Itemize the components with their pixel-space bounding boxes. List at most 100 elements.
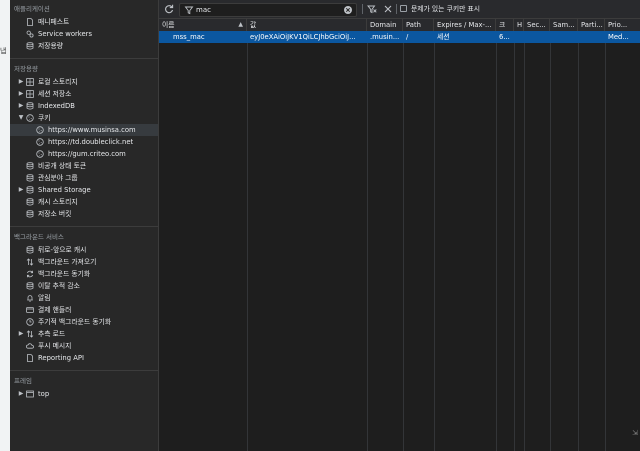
column-header-domain[interactable]: Domain	[367, 19, 403, 31]
filter-clear-icon[interactable]	[367, 4, 377, 14]
sidebar-item-세션-저장소[interactable]: ▶ 세션 저장소	[10, 88, 158, 100]
column-header-partition-key[interactable]: Parti...	[578, 19, 605, 31]
sidebar-item-shared-storage[interactable]: ▶ Shared Storage	[10, 184, 158, 196]
cookie-httponly-cell	[514, 31, 524, 43]
document-icon	[26, 18, 34, 26]
sort-ascending-icon: ▲	[238, 21, 243, 28]
sidebar-item-알림[interactable]: 알림	[10, 292, 158, 304]
sidebar-item-백그라운드-가져오기[interactable]: 백그라운드 가져오기	[10, 256, 158, 268]
expand-arrow-right-icon[interactable]: ▶	[17, 76, 25, 88]
refresh-icon[interactable]	[164, 4, 174, 14]
sidebar-item-indexeddb[interactable]: ▶ IndexedDB	[10, 100, 158, 112]
sidebar-item-캐시-스토리지[interactable]: 캐시 스토리지	[10, 196, 158, 208]
sidebar-item-label: top	[38, 390, 50, 398]
sidebar-item-뒤로-앞으로-캐시[interactable]: 뒤로-앞으로 캐시	[10, 244, 158, 256]
sidebar-item-관심분야-그룹[interactable]: 관심분야 그룹	[10, 172, 158, 184]
column-divider	[550, 43, 551, 451]
expand-arrow-right-icon[interactable]: ▶	[17, 184, 25, 196]
filter-box[interactable]	[179, 3, 357, 17]
resize-handle-icon[interactable]: ⇲	[632, 429, 638, 437]
column-divider	[434, 43, 435, 451]
sidebar-item-label: 백그라운드 동기화	[38, 270, 91, 278]
sidebar-item-label: Shared Storage	[38, 186, 91, 194]
column-header-name[interactable]: 이름 ▲	[159, 19, 247, 31]
sidebar-item-label: 저장소 버킷	[38, 210, 72, 218]
application-sidebar: 애플리케이션 매니페스트 Service workers 저장용량 저장용량 ▶ 로컬…	[10, 0, 159, 451]
sidebar-item-추측-로드[interactable]: ▶ 추측 로드	[10, 328, 158, 340]
sidebar-item-이탈-추적-감소[interactable]: 이탈 추적 감소	[10, 280, 158, 292]
database-icon	[26, 282, 34, 290]
close-icon[interactable]	[383, 4, 393, 14]
expand-arrow-right-icon[interactable]: ▶	[17, 388, 25, 400]
sidebar-item-로컬-스토리지[interactable]: ▶ 로컬 스토리지	[10, 76, 158, 88]
sidebar-item-service-workers[interactable]: Service workers	[10, 28, 158, 40]
expand-arrow-right-icon[interactable]: ▶	[17, 100, 25, 112]
sidebar-item-비공개-상태-토큰[interactable]: 비공개 상태 토큰	[10, 160, 158, 172]
fetch-arrows-icon	[26, 258, 34, 266]
sidebar-item-주기적-백그라운드-동기화[interactable]: 주기적 백그라운드 동기화	[10, 316, 158, 328]
grid-icon	[26, 90, 34, 98]
sidebar-item-gum-criteo-com[interactable]: https://gum.criteo.com	[10, 148, 158, 160]
sidebar-item-reporting-api[interactable]: Reporting API	[10, 352, 158, 364]
cookie-table-panel: 문제가 있는 쿠키만 표시 이름 ▲ 값 Domain Path Expires…	[159, 0, 640, 451]
column-header-secure[interactable]: Sec...	[524, 19, 550, 31]
sidebar-item-td-doubleclick-net[interactable]: https://td.doubleclick.net	[10, 136, 158, 148]
cookie-name-cell: mss_mac	[173, 33, 205, 41]
sidebar-item-쿠키[interactable]: ▼ 쿠키	[10, 112, 158, 124]
clear-circle-icon[interactable]	[343, 5, 353, 15]
sidebar-item-label: 쿠키	[38, 114, 51, 122]
expand-arrow-right-icon[interactable]: ▶	[17, 88, 25, 100]
divider	[10, 58, 158, 59]
column-header-label: 이름	[162, 21, 175, 29]
column-header-size[interactable]: 크	[496, 19, 514, 31]
database-icon	[26, 198, 34, 206]
divider	[10, 370, 158, 371]
sidebar-item-백그라운드-동기화[interactable]: 백그라운드 동기화	[10, 268, 158, 280]
sidebar-item-label: 캐시 스토리지	[38, 198, 78, 206]
column-divider	[605, 43, 606, 451]
column-divider	[496, 43, 497, 451]
cookie-samesite-cell	[550, 31, 578, 43]
column-header-value[interactable]: 값	[247, 19, 367, 31]
sidebar-item-label: 결제 핸들러	[38, 306, 72, 314]
sync-icon	[26, 270, 34, 278]
sidebar-item-label: Service workers	[38, 30, 93, 38]
column-header-expires[interactable]: Expires / Max-...	[434, 19, 496, 31]
expand-arrow-right-icon[interactable]: ▶	[17, 328, 25, 340]
column-header-path[interactable]: Path	[403, 19, 434, 31]
sidebar-item-푸시-메시지[interactable]: 푸시 메시지	[10, 340, 158, 352]
expand-arrow-down-icon[interactable]: ▼	[17, 112, 25, 124]
only-issues-checkbox[interactable]	[400, 5, 407, 12]
column-header-httponly[interactable]: H	[514, 19, 524, 31]
frame-icon	[26, 390, 34, 398]
cookie-icon	[36, 126, 44, 134]
sidebar-item-저장소-버킷[interactable]: 저장소 버킷	[10, 208, 158, 220]
column-header-priority[interactable]: Prio...	[605, 19, 640, 31]
database-icon	[26, 102, 34, 110]
column-divider	[578, 43, 579, 451]
section-header-background-services: 백그라운드 서비스	[14, 233, 64, 241]
sidebar-item-label: 주기적 백그라운드 동기화	[38, 318, 112, 326]
sidebar-item-매니페스트[interactable]: 매니페스트	[10, 16, 158, 28]
sidebar-item-저장용량[interactable]: 저장용량	[10, 40, 158, 52]
sidebar-item-label: 이탈 추적 감소	[38, 282, 80, 290]
sidebar-item-결제-핸들러[interactable]: 결제 핸들러	[10, 304, 158, 316]
column-header-samesite[interactable]: Sam...	[550, 19, 578, 31]
database-icon	[26, 246, 34, 254]
cookie-toolbar: 문제가 있는 쿠키만 표시	[159, 0, 640, 19]
sidebar-item-label: 세션 저장소	[38, 90, 72, 98]
table-row[interactable]: mss_mac eyJ0eXAiOiJKV1QiLCJhbGciOiJ... .…	[159, 31, 640, 43]
bell-icon	[26, 294, 34, 302]
sidebar-item-label: 알림	[38, 294, 51, 302]
database-icon	[26, 210, 34, 218]
section-header-frames: 프레임	[14, 377, 32, 385]
frame-items: ▶ top	[10, 388, 158, 400]
sidebar-item-www-musinsa-com[interactable]: https://www.musinsa.com	[10, 124, 158, 136]
filter-input[interactable]	[196, 4, 336, 16]
column-divider	[514, 43, 515, 451]
sidebar-item-top[interactable]: ▶ top	[10, 388, 158, 400]
sidebar-item-label: https://td.doubleclick.net	[48, 138, 134, 146]
sidebar-item-label: 푸시 메시지	[38, 342, 72, 350]
gears-icon	[26, 30, 34, 38]
cookie-expires-cell: 세션	[437, 33, 450, 41]
